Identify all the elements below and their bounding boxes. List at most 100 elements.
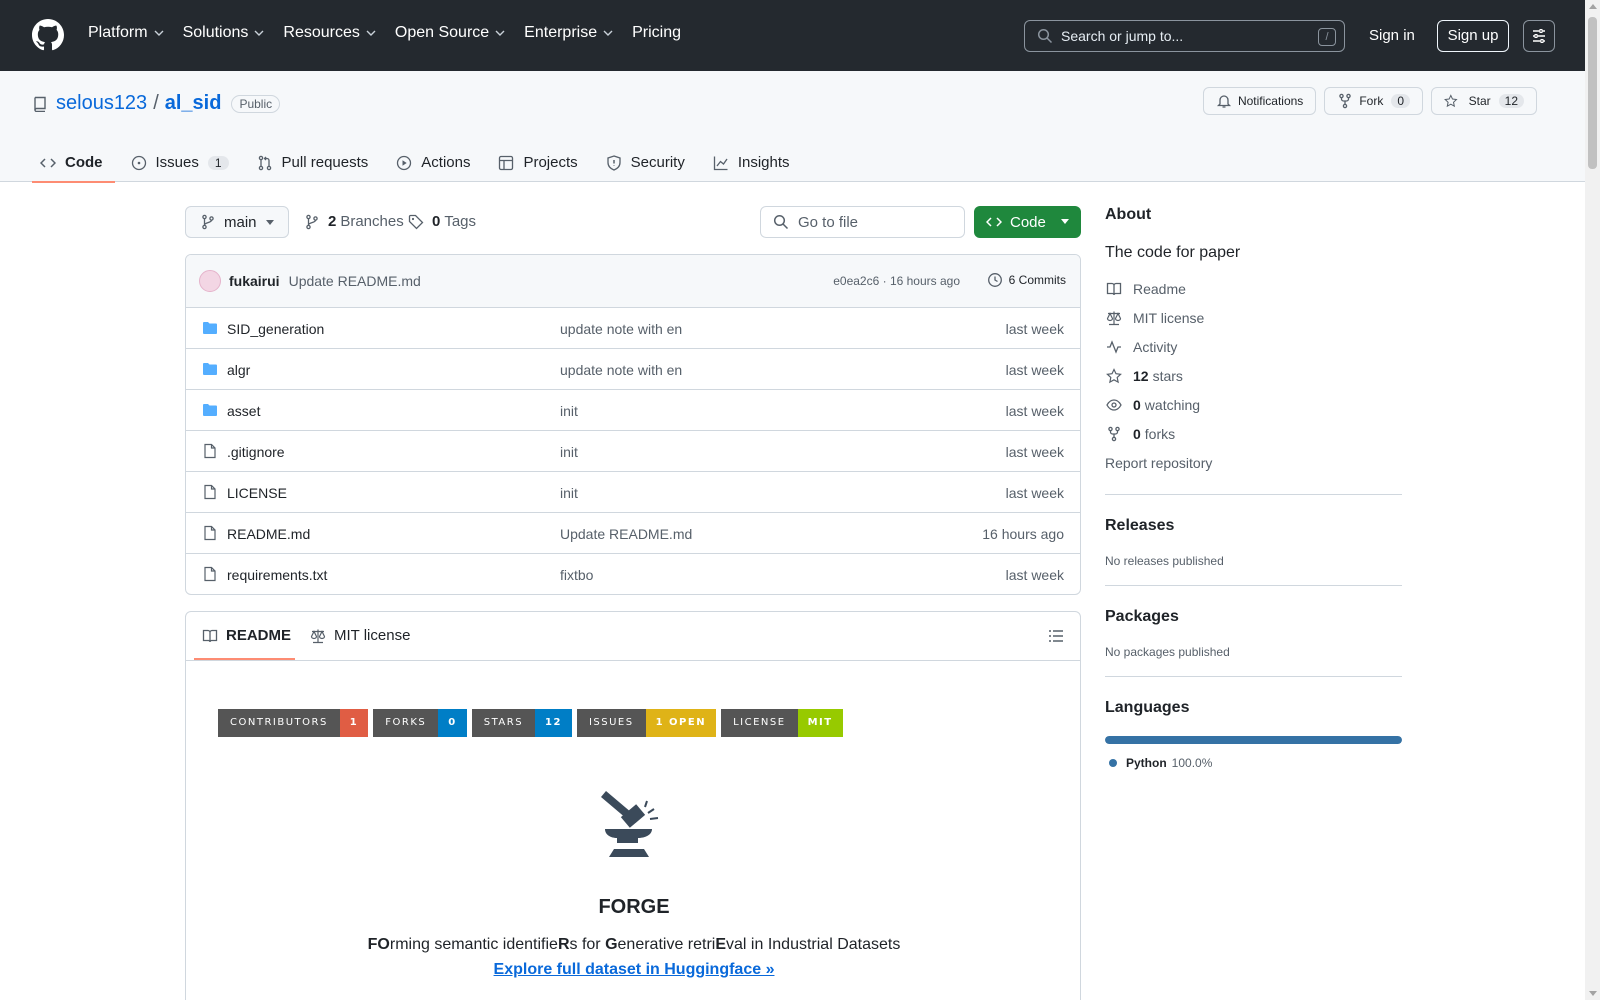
star-button[interactable]: Star 12 [1431, 87, 1537, 115]
language-color-dot [1109, 759, 1117, 767]
badge-license[interactable]: LICENSE MIT [721, 709, 843, 737]
code-dropdown-button[interactable]: Code [974, 206, 1081, 238]
readme-title: FORGE [598, 896, 670, 918]
sign-up-button[interactable]: Sign up [1437, 20, 1509, 52]
page-scrollbar[interactable] [1585, 0, 1600, 1000]
commit-hash-time[interactable]: e0ea2c6 · 16 hours ago [833, 274, 960, 288]
branches-link[interactable]: 2 Branches [304, 213, 404, 230]
fork-count: 0 [1391, 94, 1410, 108]
file-commit-message-link[interactable]: update note with en [560, 362, 682, 378]
nav-platform[interactable]: Platform [88, 24, 165, 42]
repo-owner-link[interactable]: selous123 [56, 92, 147, 115]
huggingface-link[interactable]: Explore full dataset in Huggingface » [494, 961, 775, 978]
nav-open-source[interactable]: Open Source [395, 24, 506, 42]
badge-contributors[interactable]: CONTRIBUTORS 1 [218, 709, 369, 737]
table-row[interactable]: requirements.txt fixtbo last week [186, 554, 1080, 594]
tags-link[interactable]: 0 Tags [408, 213, 476, 230]
table-row[interactable]: SID_generation update note with en last we… [186, 308, 1080, 349]
fork-button[interactable]: Fork 0 [1324, 87, 1423, 115]
tab-pull-requests[interactable]: Pull requests [249, 143, 381, 182]
table-row[interactable]: algr update note with en last week [186, 349, 1080, 390]
badge-stars[interactable]: STARS 12 [471, 709, 572, 737]
file-icon [202, 566, 218, 582]
eye-icon [1106, 398, 1122, 411]
report-repository-link[interactable]: Report repository [1105, 448, 1402, 477]
sign-in-link[interactable]: Sign in [1369, 27, 1415, 44]
tab-insights[interactable]: Insights [705, 143, 802, 182]
branch-selector[interactable]: main [185, 206, 289, 238]
table-row[interactable]: asset init last week [186, 390, 1080, 431]
divider [1105, 585, 1402, 586]
watchers-link[interactable]: 0 watching [1105, 390, 1402, 419]
commit-message-link[interactable]: Update README.md [289, 273, 421, 289]
file-commit-message-link[interactable]: fixtbo [560, 567, 593, 583]
notifications-button[interactable]: Notifications [1202, 87, 1317, 115]
badge-issues[interactable]: ISSUES 1 OPEN [576, 709, 717, 737]
tab-actions[interactable]: Actions [388, 143, 482, 182]
tab-code[interactable]: Code [32, 143, 115, 183]
commits-link[interactable]: 6 Commits [987, 272, 1066, 288]
law-icon [310, 629, 326, 643]
readme-link[interactable]: Readme [1105, 274, 1402, 303]
file-name-link[interactable]: asset [227, 403, 260, 419]
license-link[interactable]: MIT license [1105, 303, 1402, 332]
huggingface-link-wrapper: Explore full dataset in Huggingface » [186, 961, 1082, 979]
nav-solutions[interactable]: Solutions [183, 24, 266, 42]
avatar[interactable] [199, 270, 221, 292]
packages-empty-text: No packages published [1105, 645, 1230, 659]
branch-icon [306, 214, 318, 229]
github-logo-icon[interactable] [32, 19, 64, 51]
tab-readme[interactable]: README [202, 627, 291, 644]
forks-link[interactable]: 0 forks [1105, 419, 1402, 448]
file-commit-message-link[interactable]: init [560, 485, 578, 501]
tab-security[interactable]: Security [598, 143, 697, 182]
file-name-link[interactable]: requirements.txt [227, 567, 327, 583]
stars-link[interactable]: 12 stars [1105, 361, 1402, 390]
nav-enterprise[interactable]: Enterprise [524, 24, 614, 42]
chevron-down-icon [495, 30, 505, 36]
active-tab-indicator [194, 658, 295, 660]
file-name-link[interactable]: README.md [227, 526, 310, 542]
packages-heading[interactable]: Packages [1105, 608, 1402, 626]
file-icon [204, 443, 216, 459]
caret-down-icon [1061, 219, 1069, 224]
commit-author-link[interactable]: fukairui [229, 273, 280, 289]
table-row[interactable]: LICENSE init last week [186, 472, 1080, 513]
go-to-file-input[interactable]: Go to file [760, 206, 965, 238]
subtitle-fragment: G [605, 936, 618, 953]
file-name-link[interactable]: LICENSE [227, 485, 287, 501]
list-unordered-icon[interactable] [1048, 628, 1064, 644]
file-commit-message-link[interactable]: init [560, 403, 578, 419]
file-icon [204, 566, 216, 582]
activity-link[interactable]: Activity [1105, 332, 1402, 361]
badge-value: 0 [438, 709, 467, 737]
tab-mit-license[interactable]: MIT license [310, 627, 410, 644]
repo-name-link[interactable]: al_sid [165, 92, 222, 115]
scroll-up-arrow-icon[interactable] [1589, 4, 1597, 9]
file-commit-message-link[interactable]: Update README.md [560, 526, 692, 542]
table-icon [499, 155, 514, 170]
tab-issues[interactable]: Issues 1 [123, 143, 241, 182]
file-commit-message-link[interactable]: update note with en [560, 321, 682, 337]
search-input[interactable]: Search or jump to... / [1024, 20, 1345, 52]
menu-button[interactable] [1523, 20, 1555, 52]
visibility-badge: Public [231, 94, 281, 113]
file-name-link[interactable]: SID_generation [227, 321, 324, 337]
language-python[interactable]: Python 100.0% [1105, 756, 1402, 770]
scrollbar-thumb[interactable] [1588, 17, 1597, 169]
nav-pricing[interactable]: Pricing [632, 24, 681, 42]
fork-icon [1339, 93, 1352, 109]
file-name-link[interactable]: .gitignore [227, 444, 285, 460]
releases-heading[interactable]: Releases [1105, 517, 1402, 535]
badge-forks[interactable]: FORKS 0 [373, 709, 467, 737]
file-commit-message-link[interactable]: init [560, 444, 578, 460]
scroll-down-arrow-icon[interactable] [1589, 991, 1597, 996]
divider [1105, 494, 1402, 495]
table-row[interactable]: README.md Update README.md 16 hours ago [186, 513, 1080, 554]
table-row[interactable]: .gitignore init last week [186, 431, 1080, 472]
file-commit-time: last week [1005, 362, 1064, 378]
nav-resources[interactable]: Resources [283, 24, 376, 42]
file-icon [204, 484, 216, 500]
tab-projects[interactable]: Projects [490, 143, 589, 182]
file-name-link[interactable]: algr [227, 362, 250, 378]
